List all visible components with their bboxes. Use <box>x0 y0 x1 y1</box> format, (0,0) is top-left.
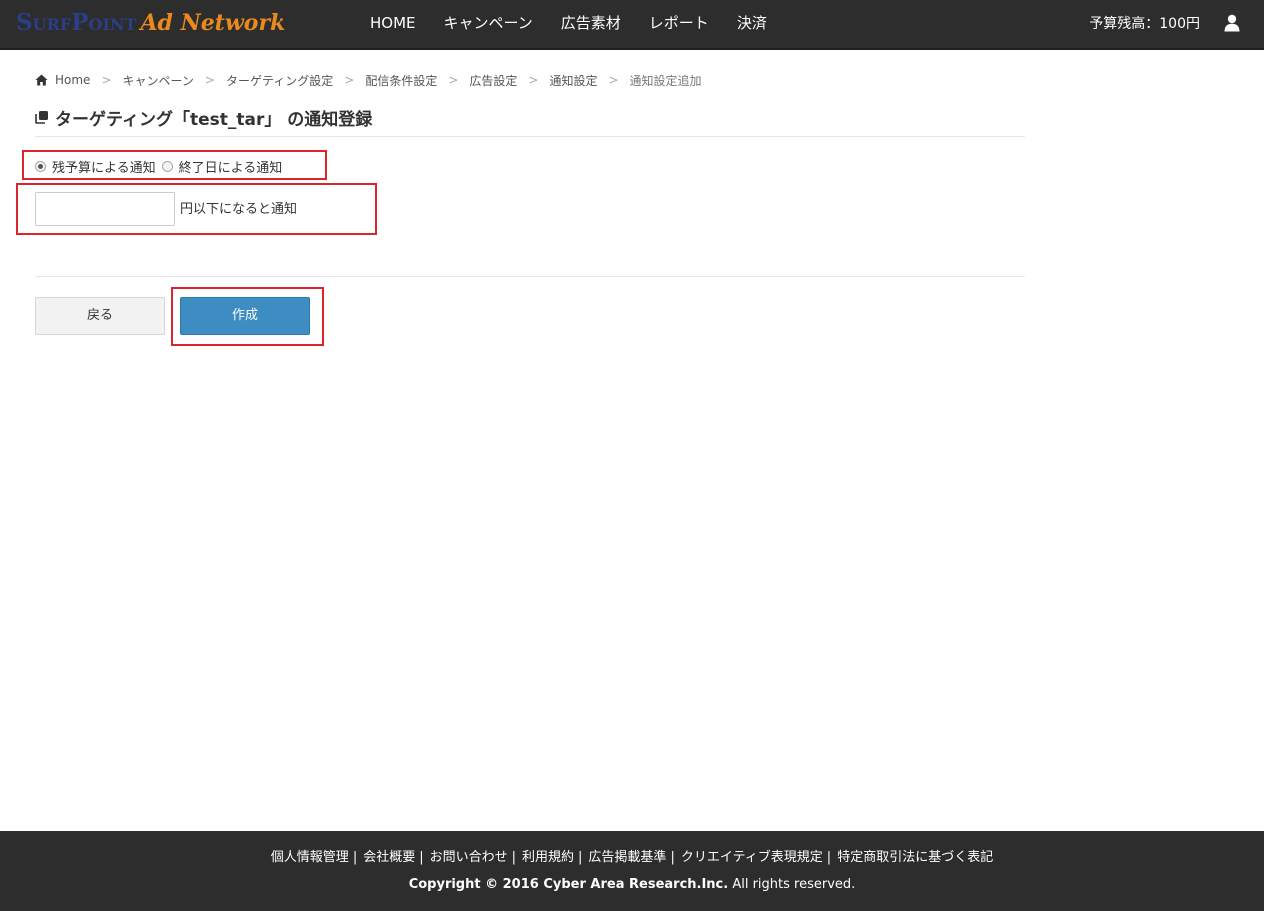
home-icon <box>35 74 48 86</box>
logo-ad-network: Ad Network <box>140 10 286 36</box>
form-divider <box>35 276 1025 277</box>
nav-home[interactable]: HOME <box>356 0 430 48</box>
footer-separator: | <box>578 850 583 865</box>
copyright-holder: Copyright © 2016 Cyber Area Research.Inc… <box>408 877 729 892</box>
copyright: Copyright © 2016 Cyber Area Research.Inc… <box>0 877 1264 892</box>
breadcrumb-ad-settings[interactable]: 広告設定 <box>469 72 517 89</box>
footer: 個人情報管理 | 会社概要 | お問い合わせ | 利用規約 | 広告掲載基準 | クリエイティブ表現… <box>0 831 1264 911</box>
footer-link-creative-rules[interactable]: クリエイティブ表現規定 <box>681 850 823 865</box>
nav-ad-material[interactable]: 広告素材 <box>547 0 635 48</box>
footer-separator: | <box>419 850 424 865</box>
breadcrumb-campaign[interactable]: キャンペーン <box>123 72 194 89</box>
budget-balance: 予算残高：100円 <box>1089 16 1200 32</box>
top-navbar: SurfPoint Ad Network HOME キャンペーン 広告素材 レポー… <box>0 0 1264 50</box>
highlight-box-amount <box>16 183 377 235</box>
breadcrumb-separator: > <box>344 73 355 87</box>
breadcrumb-delivery-conditions[interactable]: 配信条件設定 <box>365 72 437 89</box>
page-title-text: ターゲティング「test_tar」 の通知登録 <box>55 109 373 130</box>
breadcrumb-separator: > <box>101 73 112 87</box>
logo[interactable]: SurfPoint Ad Network <box>16 6 285 40</box>
footer-separator: | <box>670 850 675 865</box>
breadcrumb-separator: > <box>448 73 459 87</box>
breadcrumb-separator: > <box>204 73 215 87</box>
footer-separator: | <box>826 850 832 865</box>
back-button[interactable]: 戻る <box>35 297 165 335</box>
footer-link-contact[interactable]: お問い合わせ <box>430 850 508 865</box>
footer-link-company[interactable]: 会社概要 <box>363 850 415 865</box>
footer-link-commerce-law[interactable]: 特定商取引法に基づく表記 <box>837 850 993 865</box>
breadcrumb-add-notification: 通知設定追加 <box>629 73 702 88</box>
footer-separator: | <box>352 850 358 865</box>
logo-surfpoint: SurfPoint <box>16 9 137 36</box>
user-icon[interactable] <box>1224 14 1240 32</box>
breadcrumb-home[interactable]: Home <box>55 73 90 87</box>
footer-separator: | <box>511 850 517 865</box>
highlight-box-create <box>171 287 324 346</box>
footer-links: 個人情報管理 | 会社概要 | お問い合わせ | 利用規約 | 広告掲載基準 | クリエイティブ表現… <box>0 846 1264 865</box>
copyright-rights: All rights reserved. <box>728 877 856 892</box>
breadcrumb: Home > キャンペーン > ターゲティング設定 > 配信条件設定 > 広告設… <box>35 70 702 90</box>
title-divider <box>35 136 1025 137</box>
page-title: ターゲティング「test_tar」 の通知登録 <box>35 104 372 130</box>
footer-link-ad-standards[interactable]: 広告掲載基準 <box>588 850 666 865</box>
nav-report[interactable]: レポート <box>635 0 723 48</box>
footer-link-privacy[interactable]: 個人情報管理 <box>271 850 349 865</box>
breadcrumb-notification-settings[interactable]: 通知設定 <box>549 72 597 89</box>
main-nav: HOME キャンペーン 広告素材 レポート 決済 <box>356 0 781 48</box>
nav-campaign[interactable]: キャンペーン <box>430 0 547 48</box>
breadcrumb-separator: > <box>608 73 619 87</box>
duplicate-icon <box>35 111 48 124</box>
breadcrumb-targeting-settings[interactable]: ターゲティング設定 <box>226 72 333 89</box>
breadcrumb-separator: > <box>528 73 539 87</box>
footer-link-terms[interactable]: 利用規約 <box>522 850 574 865</box>
highlight-box-radio <box>22 150 327 180</box>
nav-payment[interactable]: 決済 <box>723 0 781 48</box>
